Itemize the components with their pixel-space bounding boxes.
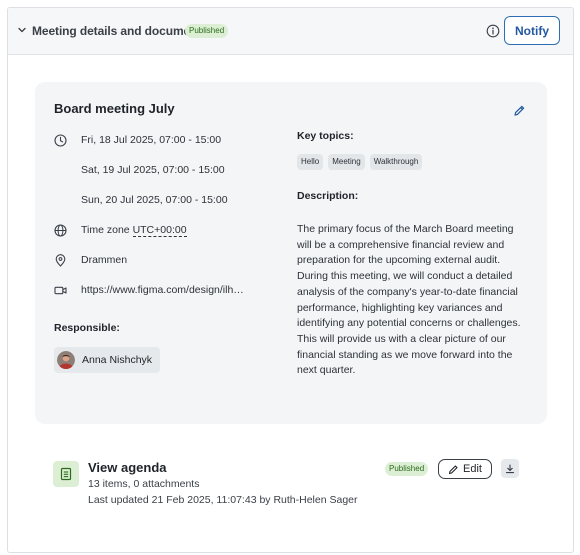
view-agenda-link[interactable]: View agenda [88,460,167,475]
download-icon [505,463,515,473]
edit-pencil-icon[interactable] [513,104,526,117]
download-button[interactable] [501,459,519,478]
chevron-down-icon[interactable] [17,25,27,35]
responsible-name: Anna Nishchyk [82,354,153,366]
agenda-last-updated: Last updated 21 Feb 2025, 11:07:43 by Ru… [88,494,358,506]
panel-title: Meeting details and documents [32,24,208,38]
topic-tag: Walkthrough [369,154,423,170]
topic-tag: Hello [297,154,324,170]
agenda-status-badge: Published [385,462,429,476]
meeting-title: Board meeting July [54,101,175,116]
notify-button[interactable]: Notify [504,16,560,45]
topic-tag: Meeting [328,154,365,170]
video-link[interactable]: https://www.figma.com/design/ilh… [81,284,244,296]
document-icon [60,467,72,481]
edit-label: Edit [463,463,482,475]
status-badge: Published [185,24,229,38]
meeting-date: Fri, 18 Jul 2025, 07:00 - 15:00 [81,134,222,146]
timezone-prefix: Time zone [81,224,130,236]
responsible-chip[interactable]: Anna Nishchyk [54,347,161,373]
pencil-icon [448,464,458,474]
video-link-row: https://www.figma.com/design/ilh… [54,281,244,299]
location-text: Drammen [81,254,128,266]
panel-header[interactable]: Meeting details and documents Published … [8,8,573,55]
agenda-document-icon [53,461,79,487]
meeting-date: Sat, 19 Jul 2025, 07:00 - 15:00 [81,164,225,176]
agenda-items-summary: 13 items, 0 attachments [88,478,200,490]
avatar [57,351,75,369]
responsible-label: Responsible: [54,322,120,334]
video-camera-icon [54,286,67,294]
date-row-1: Fri, 18 Jul 2025, 07:00 - 15:00 [54,131,221,149]
edit-agenda-button[interactable]: Edit [438,459,492,479]
description-label: Description: [297,190,359,202]
key-topics-list: Hello Meeting Walkthrough [297,154,423,170]
meeting-details-panel: Meeting details and documents Published … [7,7,574,553]
description-text: The primary focus of the March Board mee… [297,223,521,377]
location-row: Drammen [54,251,127,269]
timezone-row: Time zone UTC+00:00 [54,221,187,239]
clock-icon [54,133,67,147]
meeting-date: Sun, 20 Jul 2025, 07:00 - 15:00 [81,194,228,206]
key-topics-label: Key topics: [297,130,354,142]
location-pin-icon [55,253,66,267]
timezone-value[interactable]: UTC+00:00 [132,224,187,237]
date-row-2: Sat, 19 Jul 2025, 07:00 - 15:00 [54,161,225,179]
globe-icon [54,223,67,237]
timezone-label: Time zone UTC+00:00 [81,224,187,237]
date-row-3: Sun, 20 Jul 2025, 07:00 - 15:00 [54,191,228,209]
meeting-card: Board meeting July Fri, 18 Jul 2025, 07:… [35,82,547,424]
info-icon[interactable] [486,24,500,38]
